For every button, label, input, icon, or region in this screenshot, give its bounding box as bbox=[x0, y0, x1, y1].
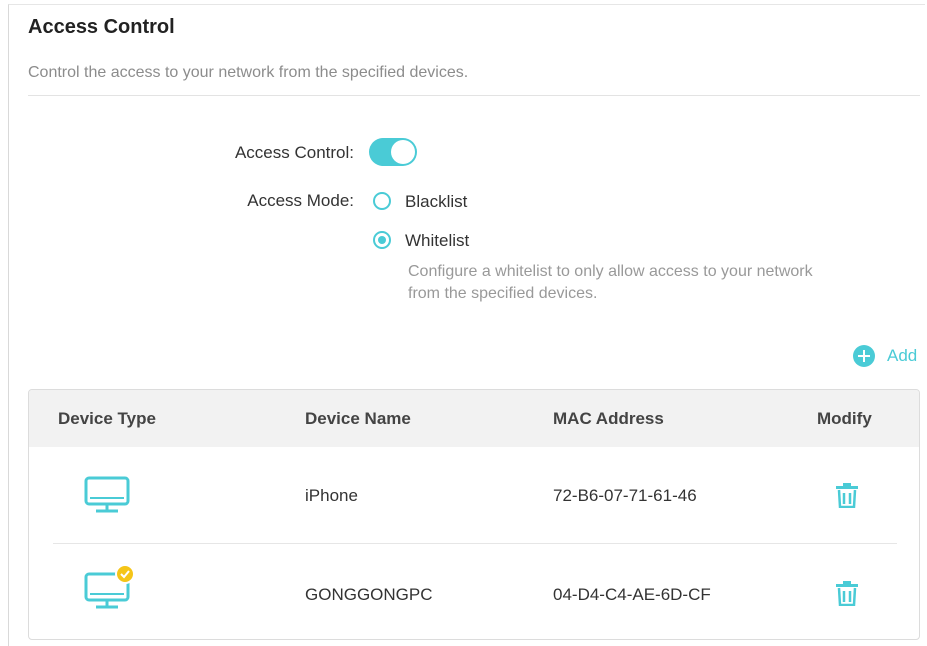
computer-icon bbox=[84, 476, 130, 521]
table-row: iPhone 72-B6-07-71-61-46 bbox=[29, 447, 919, 544]
device-name: GONGGONGPC bbox=[305, 585, 433, 604]
whitelist-hint: Configure a whitelist to only allow acce… bbox=[408, 261, 898, 305]
add-label: Add bbox=[887, 346, 918, 365]
whitelist-hint-line1: Configure a whitelist to only allow acce… bbox=[408, 263, 813, 280]
toggle-knob bbox=[391, 140, 415, 164]
table-row: GONGGONGPC 04-D4-C4-AE-6D-CF bbox=[29, 544, 919, 639]
divider bbox=[28, 95, 920, 96]
column-device-type: Device Type bbox=[58, 409, 156, 428]
page-title: Access Control bbox=[28, 16, 175, 38]
access-mode-label: Access Mode: bbox=[247, 191, 354, 210]
access-control-toggle[interactable] bbox=[369, 138, 417, 166]
blacklist-radio[interactable] bbox=[373, 192, 391, 210]
column-device-name: Device Name bbox=[305, 409, 411, 428]
whitelist-radio[interactable] bbox=[373, 231, 391, 249]
plus-circle-icon bbox=[853, 345, 875, 367]
table-header: Device Type Device Name MAC Address Modi… bbox=[29, 390, 919, 447]
trash-icon[interactable] bbox=[835, 482, 859, 513]
whitelist-label[interactable]: Whitelist bbox=[405, 231, 469, 251]
mac-address: 04-D4-C4-AE-6D-CF bbox=[553, 585, 711, 604]
blacklist-label[interactable]: Blacklist bbox=[405, 192, 467, 212]
trash-icon[interactable] bbox=[835, 580, 859, 611]
access-control-label: Access Control: bbox=[234, 143, 354, 162]
column-mac-address: MAC Address bbox=[553, 409, 664, 428]
mac-address: 72-B6-07-71-61-46 bbox=[553, 486, 697, 505]
column-modify: Modify bbox=[817, 409, 872, 428]
page-subtitle: Control the access to your network from … bbox=[28, 64, 469, 81]
computer-online-icon bbox=[84, 564, 136, 617]
add-button[interactable]: Add bbox=[853, 345, 917, 367]
whitelist-hint-line2: from the specified devices. bbox=[408, 285, 598, 302]
device-table: Device Type Device Name MAC Address Modi… bbox=[28, 389, 920, 640]
device-name: iPhone bbox=[305, 486, 358, 505]
